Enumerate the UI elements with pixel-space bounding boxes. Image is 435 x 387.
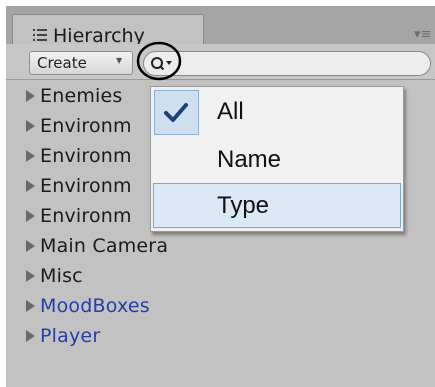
menu-item-name[interactable]: Name	[153, 137, 401, 182]
expand-arrow-icon[interactable]	[26, 120, 35, 132]
menu-item-all[interactable]: All	[153, 89, 401, 135]
list-item-label: Environm	[40, 205, 132, 227]
menu-item-type[interactable]: Type	[153, 183, 401, 228]
expand-arrow-icon[interactable]	[26, 180, 35, 192]
hierarchy-toolbar: Create ▼	[6, 44, 435, 80]
create-button[interactable]: Create ▼	[29, 51, 133, 75]
checkmark-icon	[164, 103, 188, 122]
check-box-area	[154, 90, 199, 135]
tab-strip: Hierarchy ▾≡	[6, 6, 435, 47]
list-item-label: Environm	[40, 175, 132, 197]
expand-arrow-icon[interactable]	[26, 330, 35, 342]
expand-arrow-icon[interactable]	[26, 150, 35, 162]
chevron-down-icon: ▼	[116, 56, 123, 65]
expand-arrow-icon[interactable]	[26, 240, 35, 252]
window-options-icon[interactable]: ▾≡	[414, 28, 431, 41]
list-item[interactable]: MoodBoxes	[16, 291, 426, 321]
expand-arrow-icon[interactable]	[26, 90, 35, 102]
create-button-label: Create	[37, 54, 87, 72]
search-filter-icon[interactable]	[146, 54, 176, 73]
search-type-dropdown: All Name Type	[150, 86, 404, 232]
search-input[interactable]	[143, 51, 431, 76]
expand-arrow-icon[interactable]	[26, 300, 35, 312]
menu-item-label: Name	[217, 146, 282, 173]
hierarchy-window: Hierarchy ▾≡ Create ▼ Enemies Environm E…	[6, 6, 435, 387]
list-item-label: Main Camera	[40, 235, 169, 257]
menu-item-label: All	[217, 98, 244, 125]
list-item[interactable]: Misc	[16, 261, 426, 291]
expand-arrow-icon[interactable]	[26, 210, 35, 222]
menu-item-label: Type	[217, 192, 270, 219]
list-item-label: Misc	[40, 265, 83, 287]
hierarchy-list-icon	[33, 29, 47, 41]
expand-arrow-icon[interactable]	[26, 270, 35, 282]
list-item[interactable]: Main Camera	[16, 231, 426, 261]
list-item[interactable]: Player	[16, 321, 426, 351]
tab-hierarchy[interactable]: Hierarchy	[12, 14, 204, 47]
list-item-label: MoodBoxes	[40, 295, 150, 317]
list-item-label: Environm	[40, 115, 132, 137]
list-item-label: Enemies	[40, 85, 123, 107]
list-item-label: Player	[40, 325, 101, 347]
list-item-label: Environm	[40, 145, 132, 167]
